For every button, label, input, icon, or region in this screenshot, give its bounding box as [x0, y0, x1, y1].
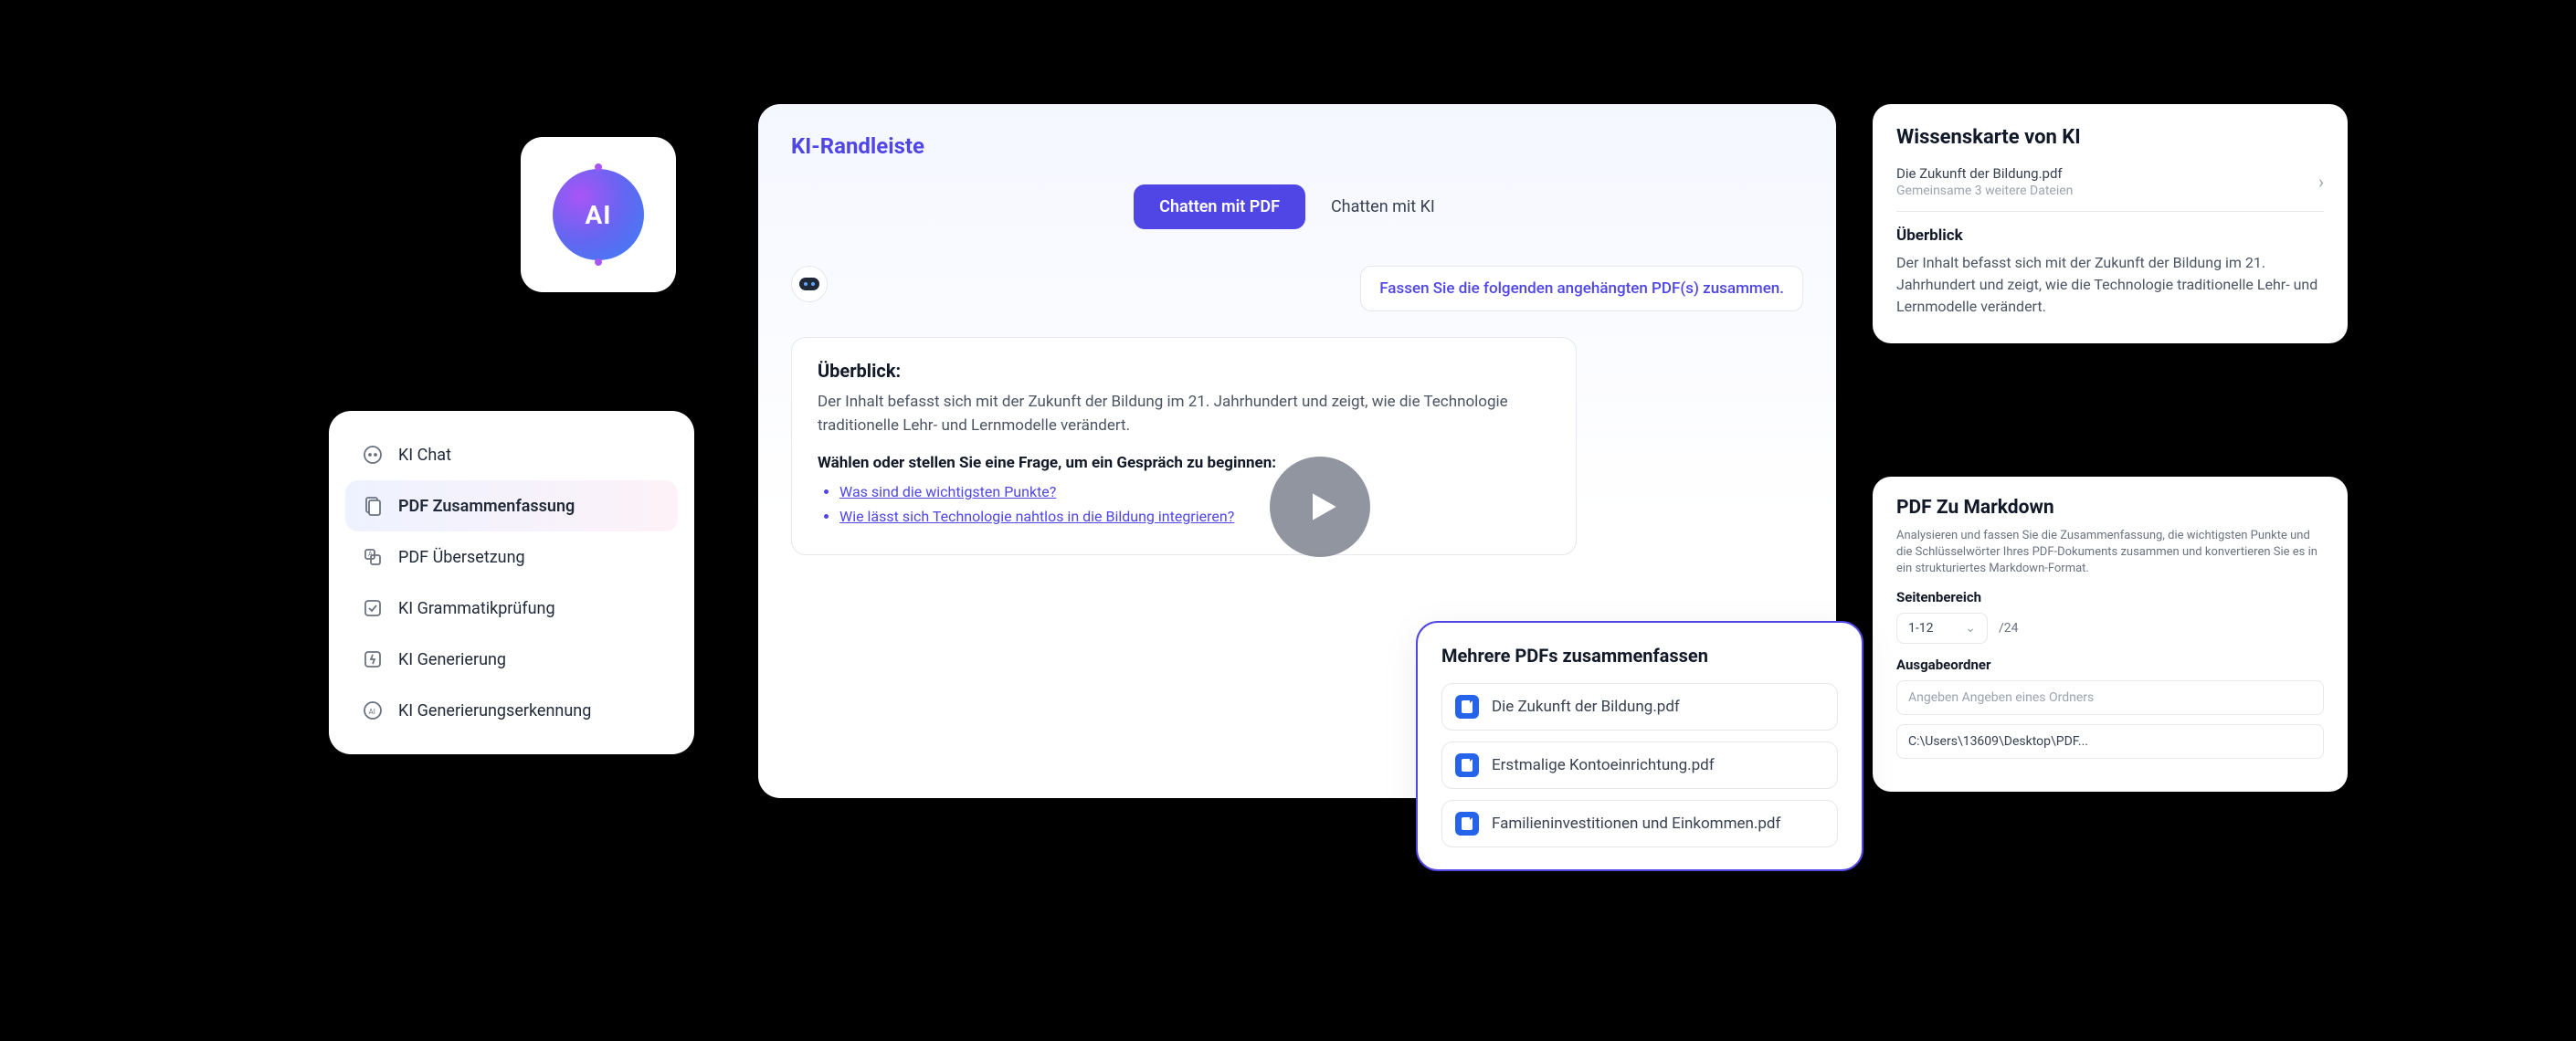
suggested-questions: Was sind die wichtigsten Punkte? Wie läs… — [818, 483, 1550, 525]
user-prompt-bubble: Fassen Sie die folgenden angehängten PDF… — [1360, 266, 1803, 311]
sidebar-item-grammar[interactable]: KI Grammatikprüfung — [345, 583, 678, 634]
overview-heading: Überblick: — [818, 360, 1550, 382]
output-folder-path[interactable]: C:\Users\13609\Desktop\PDF... — [1896, 724, 2324, 759]
detect-icon: AI — [362, 699, 384, 721]
pdf-file-name: Erstmalige Kontoeinrichtung.pdf — [1492, 756, 1715, 774]
wissenskarte-title: Wissenskarte von KI — [1896, 126, 2324, 149]
sidebar-item-generate[interactable]: KI Generierung — [345, 634, 678, 685]
wissenskarte-file-row[interactable]: Die Zukunft der Bildung.pdf Gemeinsame 3… — [1896, 165, 2324, 212]
ai-logo-text: AI — [585, 200, 611, 230]
chevron-down-icon: ⌄ — [1965, 621, 1976, 636]
svg-text:A: A — [368, 551, 373, 558]
sidebar-item-pdf-summary[interactable]: PDF Zusammenfassung — [345, 480, 678, 531]
sidebar-item-label: KI Generierungserkennung — [398, 701, 591, 720]
sidebar-item-label: KI Chat — [398, 446, 451, 465]
summary-icon — [362, 495, 384, 517]
suggested-question-link[interactable]: Wie lässt sich Technologie nahtlos in di… — [839, 508, 1234, 525]
output-folder-placeholder[interactable]: Angeben Angeben eines Ordners — [1896, 680, 2324, 715]
generate-icon — [362, 648, 384, 670]
tab-chat-pdf[interactable]: Chatten mit PDF — [1134, 184, 1305, 229]
question-prompt: Wählen oder stellen Sie eine Frage, um e… — [818, 454, 1550, 472]
sidebar-item-label: PDF Übersetzung — [398, 548, 525, 567]
user-message-row: Fassen Sie die folgenden angehängten PDF… — [791, 266, 1803, 311]
page-range-value: 1-12 — [1908, 621, 1933, 636]
pdf-file-icon — [1455, 695, 1479, 719]
ai-logo-icon: AI — [553, 169, 644, 260]
pdf-markdown-card: PDF Zu Markdown Analysieren und fassen S… — [1873, 477, 2348, 792]
ai-logo-card: AI — [521, 137, 676, 292]
pdf-file-name: Die Zukunft der Bildung.pdf — [1492, 698, 1680, 716]
markdown-title: PDF Zu Markdown — [1896, 497, 2324, 519]
page-range-total: /24 — [1999, 621, 2019, 636]
sidebar-item-ki-chat[interactable]: KI Chat — [345, 429, 678, 480]
sidebar-menu: KI Chat PDF Zusammenfassung A PDF Überse… — [329, 411, 694, 754]
pdf-file-row[interactable]: Erstmalige Kontoeinrichtung.pdf — [1441, 741, 1838, 789]
svg-text:AI: AI — [369, 708, 375, 716]
sidebar-item-label: KI Grammatikprüfung — [398, 599, 555, 618]
wissenskarte-card: Wissenskarte von KI Die Zukunft der Bild… — [1873, 104, 2348, 343]
assistant-response: Überblick: Der Inhalt befasst sich mit d… — [791, 337, 1577, 555]
translate-icon: A — [362, 546, 384, 568]
wissenskarte-section-heading: Überblick — [1896, 226, 2324, 245]
chat-icon — [362, 444, 384, 466]
tab-chat-ki[interactable]: Chatten mit KI — [1305, 184, 1461, 229]
panel-title: KI-Randleiste — [791, 133, 1803, 159]
chat-tabs: Chatten mit PDF Chatten mit KI — [791, 184, 1803, 229]
pdf-file-icon — [1455, 753, 1479, 777]
wissenskarte-section-text: Der Inhalt befasst sich mit der Zukunft … — [1896, 252, 2324, 318]
markdown-description: Analysieren und fassen Sie die Zusammenf… — [1896, 528, 2324, 578]
play-icon — [1303, 487, 1343, 527]
sidebar-item-label: KI Generierung — [398, 650, 506, 669]
bot-avatar-icon — [791, 266, 828, 302]
wissenskarte-file-sub: Gemeinsame 3 weitere Dateien — [1896, 184, 2073, 198]
wissenskarte-file-name: Die Zukunft der Bildung.pdf — [1896, 165, 2073, 182]
pdf-file-icon — [1455, 812, 1479, 836]
multi-pdf-title: Mehrere PDFs zusammenfassen — [1441, 645, 1838, 667]
page-range-select[interactable]: 1-12 ⌄ — [1896, 613, 1988, 644]
sidebar-item-label: PDF Zusammenfassung — [398, 497, 575, 516]
output-folder-label: Ausgabeordner — [1896, 657, 2324, 673]
sidebar-item-pdf-translate[interactable]: A PDF Übersetzung — [345, 531, 678, 583]
pdf-file-name: Familieninvestitionen und Einkommen.pdf — [1492, 815, 1780, 833]
multi-pdf-card: Mehrere PDFs zusammenfassen Die Zukunft … — [1416, 621, 1863, 871]
overview-text: Der Inhalt befasst sich mit der Zukunft … — [818, 391, 1550, 437]
pdf-file-row[interactable]: Familieninvestitionen und Einkommen.pdf — [1441, 800, 1838, 847]
grammar-icon — [362, 597, 384, 619]
play-button[interactable] — [1270, 457, 1370, 557]
page-range-label: Seitenbereich — [1896, 589, 2324, 605]
pdf-file-row[interactable]: Die Zukunft der Bildung.pdf — [1441, 683, 1838, 731]
sidebar-item-detect[interactable]: AI KI Generierungserkennung — [345, 685, 678, 736]
page-range-row: 1-12 ⌄ /24 — [1896, 613, 2324, 644]
chevron-right-icon: › — [2318, 171, 2324, 193]
suggested-question-link[interactable]: Was sind die wichtigsten Punkte? — [839, 483, 1056, 500]
